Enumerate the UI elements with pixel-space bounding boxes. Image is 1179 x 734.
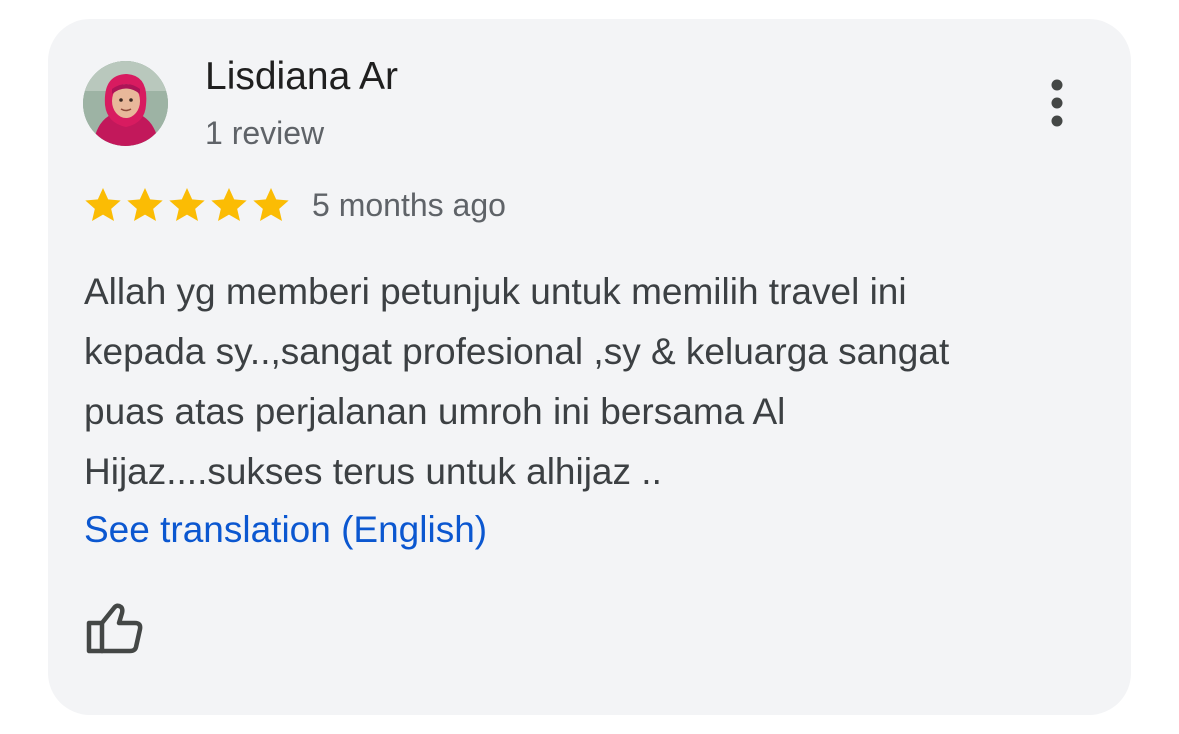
star-icon [253, 188, 289, 221]
review-card: Lisdiana Ar 1 review 5 months ago Allah … [48, 19, 1131, 715]
see-translation-link[interactable]: See translation (English) [84, 503, 487, 557]
star-icon [85, 188, 121, 221]
review-time: 5 months ago [312, 187, 506, 223]
author-avatar[interactable] [83, 61, 168, 146]
thumb-up-icon [86, 603, 143, 654]
author-review-count[interactable]: 1 review [205, 113, 324, 153]
star-icon [211, 188, 247, 221]
more-vert-icon [1051, 79, 1063, 127]
star-rating [83, 185, 293, 225]
review-text: Allah yg memberi petunjuk untuk memilih … [84, 271, 950, 492]
more-options-button[interactable] [1034, 75, 1080, 133]
star-icon [127, 188, 163, 221]
star-icon [169, 188, 205, 221]
author-name[interactable]: Lisdiana Ar [205, 53, 398, 101]
like-button[interactable] [84, 597, 146, 659]
avatar-photo [83, 61, 168, 146]
